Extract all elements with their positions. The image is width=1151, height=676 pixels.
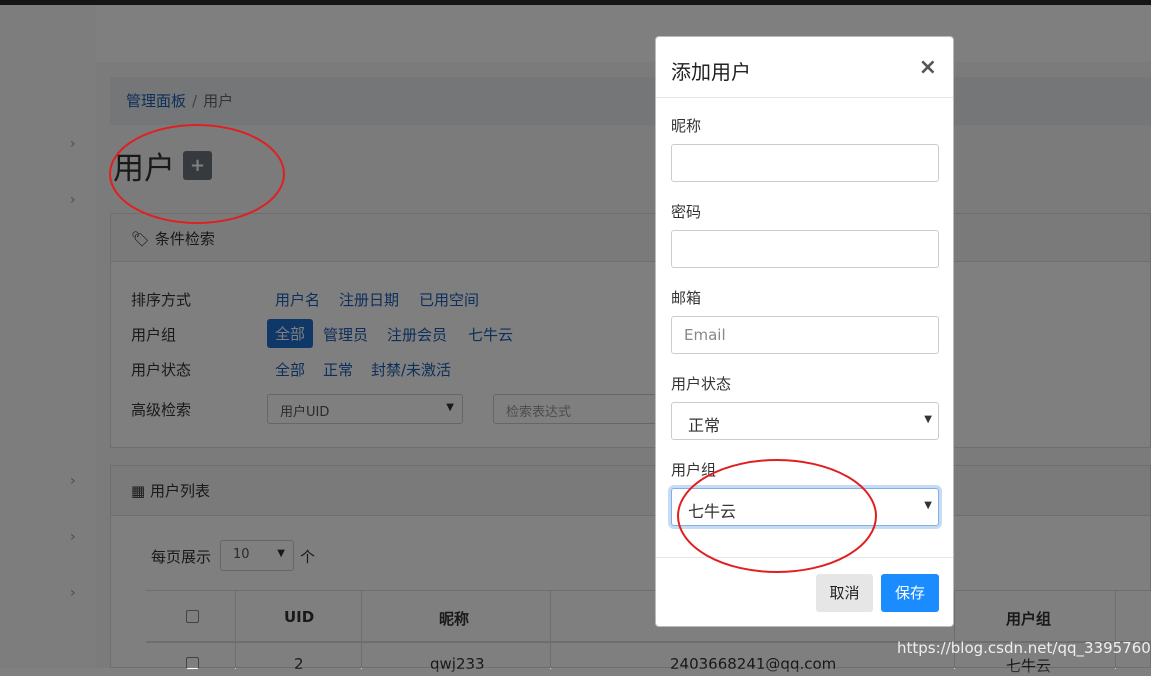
caret-down-icon: ▼ [924,414,932,425]
nickname-input[interactable] [671,144,939,182]
password-input[interactable] [671,230,939,268]
status-label: 用户状态 [671,375,732,393]
modal-header: 添加用户 × [656,37,953,98]
cancel-button[interactable]: 取消 [816,574,873,612]
modal-title: 添加用户 [671,60,751,84]
status-select[interactable]: 正常 ▼ [671,402,939,440]
email-label: 邮箱 [671,289,702,307]
group-label: 用户组 [671,461,717,479]
group-select[interactable]: 七牛云 ▼ [671,488,939,526]
caret-down-icon: ▼ [924,500,932,511]
modal-backdrop[interactable] [0,0,1151,668]
save-button[interactable]: 保存 [881,574,939,612]
password-label: 密码 [671,203,702,221]
watermark: https://blog.csdn.net/qq_33957603 [897,639,1151,657]
modal-footer-divider [656,557,953,558]
nickname-label: 昵称 [671,117,702,135]
close-icon[interactable]: × [919,55,937,80]
group-select-value: 七牛云 [688,502,737,521]
status-select-value: 正常 [688,416,721,435]
add-user-modal: 添加用户 × 昵称 密码 邮箱 用户状态 正常 ▼ 用户组 七牛云 ▼ 取消 保存 [655,36,954,627]
email-input[interactable] [671,316,939,354]
